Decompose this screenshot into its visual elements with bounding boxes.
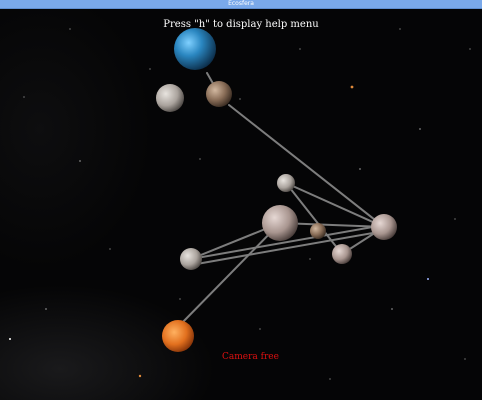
- large-moon-center[interactable]: [262, 205, 298, 241]
- lower-moon-right[interactable]: [332, 244, 352, 264]
- right-moon[interactable]: [371, 214, 397, 240]
- blue-planet[interactable]: [174, 28, 216, 70]
- link-orange-center: [177, 222, 281, 328]
- space-viewport[interactable]: Press "h" to display help menu Camera fr…: [0, 9, 482, 400]
- small-moon-top[interactable]: [277, 174, 295, 192]
- orange-planet[interactable]: [162, 320, 194, 352]
- small-brown-moon[interactable]: [310, 223, 326, 239]
- left-moon[interactable]: [180, 248, 202, 270]
- celestial-bodies[interactable]: [156, 28, 397, 352]
- scene-canvas[interactable]: [0, 9, 482, 400]
- window-title-bar[interactable]: Ecosfera: [0, 0, 482, 9]
- grey-moon-left[interactable]: [156, 84, 184, 112]
- camera-status: Camera free: [222, 352, 279, 362]
- starfield: [9, 28, 471, 380]
- help-hint: Press "h" to display help menu: [163, 19, 319, 30]
- orbit-links: [177, 72, 385, 328]
- window-title: Ecosfera: [228, 0, 254, 7]
- brown-moon[interactable]: [206, 81, 232, 107]
